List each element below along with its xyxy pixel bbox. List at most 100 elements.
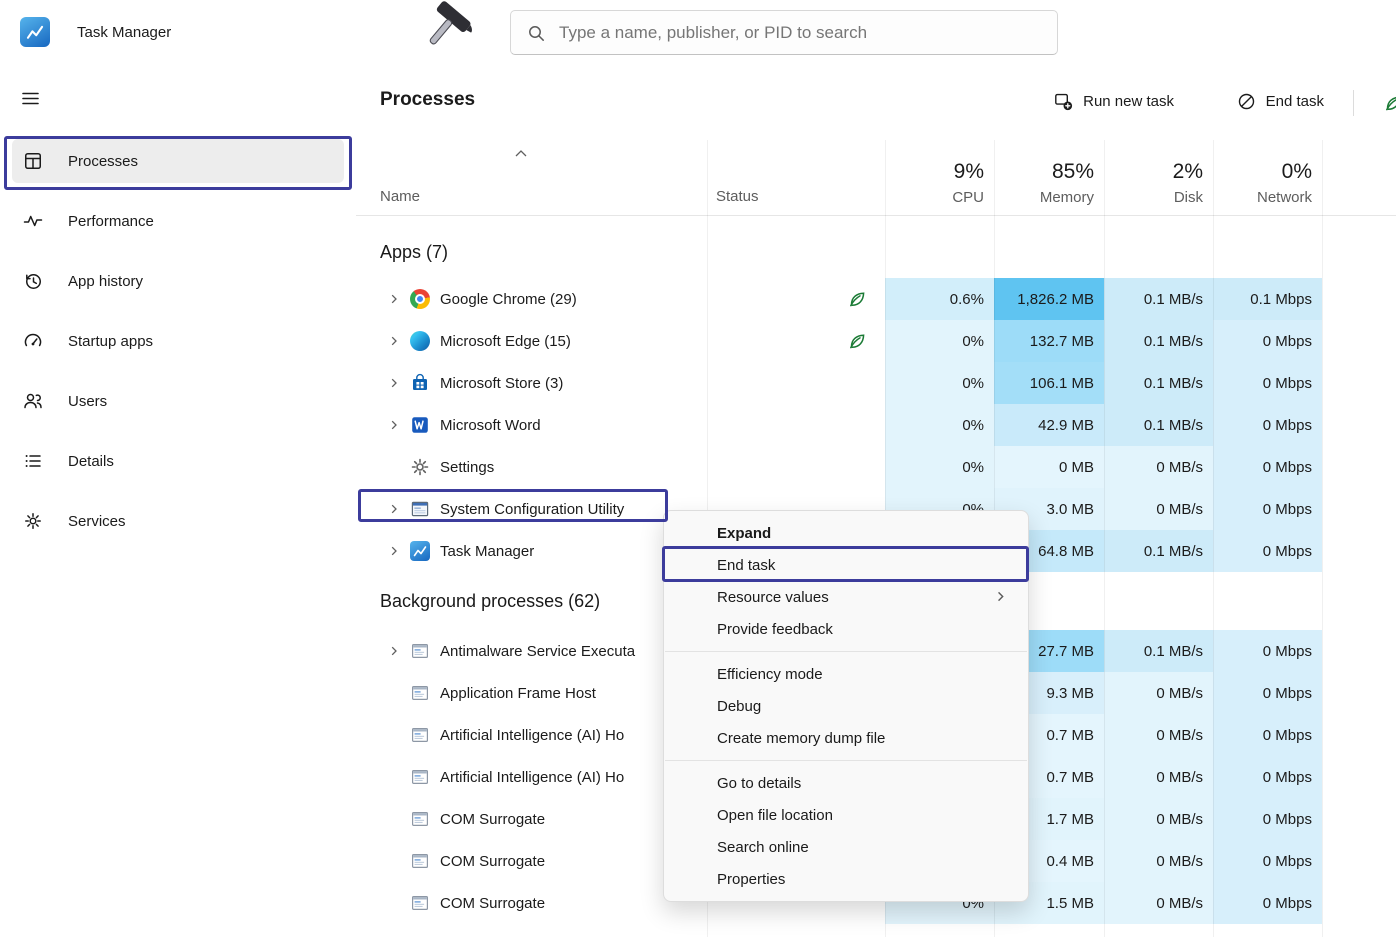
expand-caret-icon[interactable] xyxy=(388,545,400,557)
menu-item-label: Debug xyxy=(717,698,761,715)
process-name: Microsoft Word xyxy=(440,417,541,434)
end-task-button[interactable]: End task xyxy=(1227,83,1334,120)
context-menu-item-search-online[interactable]: Search online xyxy=(669,831,1023,863)
cpu-cell: 0% xyxy=(885,362,994,404)
expand-caret-icon[interactable] xyxy=(388,503,400,515)
network-cell: 0.1 Mbps xyxy=(1213,278,1322,320)
sysconfig-icon xyxy=(410,499,430,519)
process-row[interactable] xyxy=(356,924,1396,937)
process-row[interactable]: Microsoft Word0%42.9 MB0.1 MB/s0 Mbps xyxy=(356,404,1396,446)
expand-caret-icon[interactable] xyxy=(388,419,400,431)
run-new-task-icon xyxy=(1054,92,1073,111)
search-input[interactable] xyxy=(559,23,1041,43)
network-cell: 0 Mbps xyxy=(1213,404,1322,446)
status-cell xyxy=(707,362,885,404)
context-menu-item-debug[interactable]: Debug xyxy=(669,690,1023,722)
hammer-cursor-icon xyxy=(424,0,480,63)
name-cell xyxy=(356,924,707,937)
task-manager-logo-icon xyxy=(20,17,50,47)
process-name: Artificial Intelligence (AI) Ho xyxy=(440,727,624,744)
name-cell: Application Frame Host xyxy=(356,672,707,714)
menu-item-label: Search online xyxy=(717,839,809,856)
memory-cell xyxy=(994,924,1104,937)
group-header-apps-7[interactable]: Apps (7) xyxy=(356,226,1396,278)
disk-cell: 0 MB/s xyxy=(1104,840,1213,882)
efficiency-mode-leaf-icon[interactable] xyxy=(1383,93,1396,113)
name-cell: Microsoft Word xyxy=(356,404,707,446)
chevron-right-icon xyxy=(994,590,1007,603)
context-menu-item-open-file-location[interactable]: Open file location xyxy=(669,799,1023,831)
context-menu-item-expand[interactable]: Expand xyxy=(669,517,1023,549)
details-icon xyxy=(22,451,44,471)
window-icon xyxy=(410,851,430,871)
context-menu-item-go-to-details[interactable]: Go to details xyxy=(669,767,1023,799)
sidebar-item-processes[interactable]: Processes xyxy=(12,139,344,183)
sidebar-item-details[interactable]: Details xyxy=(12,439,344,483)
disk-cell: 0.1 MB/s xyxy=(1104,278,1213,320)
expand-caret-icon[interactable] xyxy=(388,293,400,305)
sidebar-item-startup-apps[interactable]: Startup apps xyxy=(12,319,344,363)
expand-caret-icon[interactable] xyxy=(388,377,400,389)
settings-icon xyxy=(410,457,430,477)
hamburger-menu-button[interactable] xyxy=(15,83,46,117)
memory-cell: 132.7 MB xyxy=(994,320,1104,362)
process-row[interactable]: Settings0%0 MB0 MB/s0 Mbps xyxy=(356,446,1396,488)
group-label: Background processes (62) xyxy=(380,591,600,612)
window-icon xyxy=(410,893,430,913)
name-cell: Settings xyxy=(356,446,707,488)
menu-item-label: Provide feedback xyxy=(717,621,833,638)
sidebar-item-label: Startup apps xyxy=(68,333,153,350)
column-header-network[interactable]: 0% Network xyxy=(1213,140,1322,215)
column-header-cpu[interactable]: 9% CPU xyxy=(885,140,994,215)
taskmgr-icon xyxy=(410,541,430,561)
performance-icon xyxy=(22,211,44,231)
menu-item-label: End task xyxy=(717,557,775,574)
window-icon xyxy=(410,683,430,703)
toolbar-divider xyxy=(1353,90,1354,116)
network-cell: 0 Mbps xyxy=(1213,672,1322,714)
page-title: Processes xyxy=(380,89,475,111)
sidebar-item-app-history[interactable]: App history xyxy=(12,259,344,303)
sidebar-item-users[interactable]: Users xyxy=(12,379,344,423)
process-name: Task Manager xyxy=(440,543,534,560)
context-menu-item-provide-feedback[interactable]: Provide feedback xyxy=(669,613,1023,645)
network-cell: 0 Mbps xyxy=(1213,320,1322,362)
run-new-task-button[interactable]: Run new task xyxy=(1044,83,1184,120)
process-name: Antimalware Service Executa xyxy=(440,643,635,660)
network-cell: 0 Mbps xyxy=(1213,488,1322,530)
sidebar-item-performance[interactable]: Performance xyxy=(12,199,344,243)
process-name: Settings xyxy=(440,459,494,476)
context-menu-item-end-task[interactable]: End task xyxy=(669,549,1023,581)
network-cell: 0 Mbps xyxy=(1213,882,1322,924)
cpu-cell: 0% xyxy=(885,446,994,488)
search-icon xyxy=(527,24,545,42)
column-header-disk[interactable]: 2% Disk xyxy=(1104,140,1213,215)
name-cell: Microsoft Store (3) xyxy=(356,362,707,404)
process-row[interactable]: Microsoft Store (3)0%106.1 MB0.1 MB/s0 M… xyxy=(356,362,1396,404)
column-header-status[interactable]: Status xyxy=(716,188,759,205)
column-header-name[interactable]: Name xyxy=(380,188,420,205)
sort-ascending-caret-icon[interactable] xyxy=(514,149,528,158)
cpu-total-percent: 9% xyxy=(954,160,984,184)
disk-total-percent: 2% xyxy=(1173,160,1203,184)
status-cell xyxy=(707,404,885,446)
context-menu-item-create-memory-dump-file[interactable]: Create memory dump file xyxy=(669,722,1023,754)
expand-caret-icon[interactable] xyxy=(388,335,400,347)
name-cell: COM Surrogate xyxy=(356,840,707,882)
network-cell: 0 Mbps xyxy=(1213,714,1322,756)
column-header-memory[interactable]: 85% Memory xyxy=(994,140,1104,215)
page-header: Processes Run new task End task xyxy=(356,65,1396,140)
context-menu-item-properties[interactable]: Properties xyxy=(669,863,1023,895)
sidebar-item-label: Services xyxy=(68,513,126,530)
disk-cell: 0 MB/s xyxy=(1104,672,1213,714)
process-row[interactable]: Microsoft Edge (15)0%132.7 MB0.1 MB/s0 M… xyxy=(356,320,1396,362)
disk-cell: 0 MB/s xyxy=(1104,882,1213,924)
memory-cell: 42.9 MB xyxy=(994,404,1104,446)
process-row[interactable]: Google Chrome (29)0.6%1,826.2 MB0.1 MB/s… xyxy=(356,278,1396,320)
expand-caret-icon[interactable] xyxy=(388,645,400,657)
context-menu-item-resource-values[interactable]: Resource values xyxy=(669,581,1023,613)
status-cell xyxy=(707,320,885,362)
sidebar-item-services[interactable]: Services xyxy=(12,499,344,543)
context-menu-item-efficiency-mode[interactable]: Efficiency mode xyxy=(669,658,1023,690)
edge-icon xyxy=(410,331,430,351)
